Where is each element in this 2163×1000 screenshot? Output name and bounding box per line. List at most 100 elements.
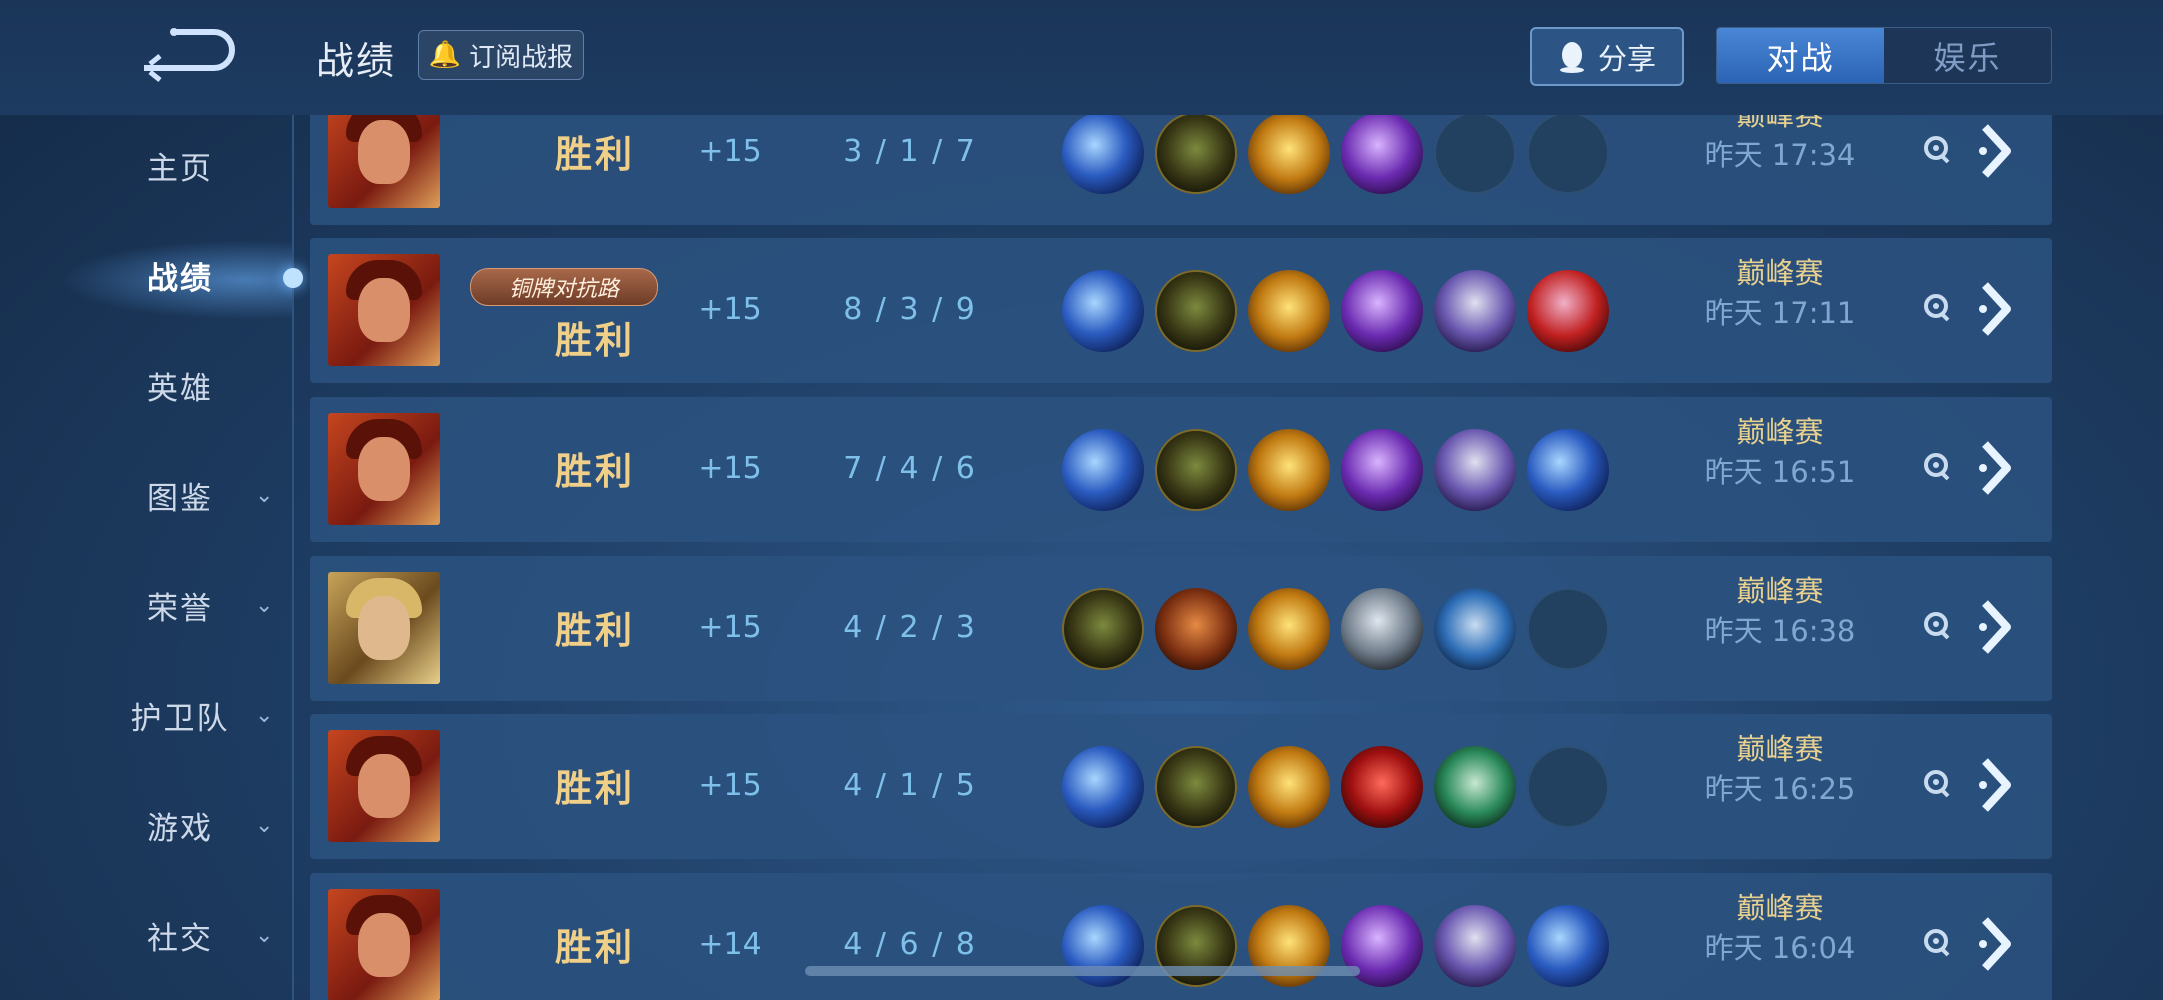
match-time: 昨天 16:04 xyxy=(1704,931,1856,965)
equipment-icon xyxy=(1527,270,1609,352)
chevron-down-icon: ⌄ xyxy=(255,922,274,948)
rank-points: +14 xyxy=(698,927,762,962)
kda: 3 / 1 / 7 xyxy=(843,134,977,169)
chevron-down-icon: ⌄ xyxy=(255,592,274,618)
top-bar: 战绩 🔔 订阅战报 分享 对战 娱乐 xyxy=(0,0,2163,115)
empty-item-slot xyxy=(1527,115,1609,194)
equipment-icon xyxy=(1434,588,1516,670)
equipment-icon xyxy=(1527,429,1609,511)
equipment-icon xyxy=(1434,429,1516,511)
equipment-icon xyxy=(1155,429,1237,511)
equipment-icon xyxy=(1062,588,1144,670)
sidebar-item-label: 游戏 xyxy=(147,810,213,847)
tab-entertainment[interactable]: 娱乐 xyxy=(1884,28,2051,83)
match-mode: 巅峰赛 xyxy=(1736,415,1824,449)
equipment-icon xyxy=(1248,270,1330,352)
rank-points: +15 xyxy=(698,768,762,803)
equipment-icon xyxy=(1248,115,1330,194)
rank-points: +15 xyxy=(698,610,762,645)
share-button[interactable]: 分享 xyxy=(1530,27,1684,86)
sidebar-item-game[interactable]: 游戏 ⌄ xyxy=(0,790,294,860)
mode-tabs: 对战 娱乐 xyxy=(1716,27,2052,84)
match-row[interactable]: 胜利 +15 7 / 4 / 6 巅峰赛 昨天 16:51 xyxy=(310,397,2052,542)
equipment-icon xyxy=(1434,905,1516,987)
scroll-indicator[interactable] xyxy=(805,966,1360,976)
kda: 7 / 4 / 6 xyxy=(843,451,977,486)
hero-avatar xyxy=(328,730,440,842)
sidebar-item-label: 护卫队 xyxy=(130,700,230,737)
match-result: 胜利 xyxy=(555,767,635,810)
subscribe-label: 订阅战报 xyxy=(469,42,574,73)
equipment-icon xyxy=(1434,270,1516,352)
bell-icon: 🔔 xyxy=(428,40,462,70)
chevron-right-icon[interactable] xyxy=(1970,911,2024,977)
back-arrow-icon xyxy=(144,28,235,82)
subscribe-button[interactable]: 🔔 订阅战报 xyxy=(418,30,584,80)
sidebar-item-handbook[interactable]: 图鉴 ⌄ xyxy=(0,460,294,530)
match-list[interactable]: 胜利 +15 3 / 1 / 7 巅峰赛 昨天 17:34 铜牌对抗路 胜利 +15 8 / 3… xyxy=(310,115,2055,1000)
chevron-right-icon[interactable] xyxy=(1970,276,2024,342)
equipment-icon xyxy=(1341,746,1423,828)
kda: 4 / 2 / 3 xyxy=(843,610,977,645)
replay-icon[interactable] xyxy=(1922,292,1952,329)
match-row[interactable]: 铜牌对抗路 胜利 +15 8 / 3 / 9 巅峰赛 昨天 17:11 xyxy=(310,238,2052,383)
rank-points: +15 xyxy=(698,292,762,327)
match-mode: 巅峰赛 xyxy=(1736,574,1824,608)
chevron-down-icon: ⌄ xyxy=(255,702,274,728)
qq-penguin-icon xyxy=(1559,41,1584,73)
hero-avatar xyxy=(328,254,440,366)
match-row[interactable]: 胜利 +15 3 / 1 / 7 巅峰赛 昨天 17:34 xyxy=(310,115,2052,225)
hero-avatar xyxy=(328,413,440,525)
chevron-right-icon[interactable] xyxy=(1970,118,2024,184)
equipment-icon xyxy=(1062,270,1144,352)
match-result: 胜利 xyxy=(555,319,635,362)
chevron-right-icon[interactable] xyxy=(1970,752,2024,818)
replay-icon[interactable] xyxy=(1922,451,1952,488)
sidebar-item-label: 图鉴 xyxy=(147,480,213,517)
match-result: 胜利 xyxy=(555,133,635,176)
equipment-icon xyxy=(1341,115,1423,194)
equipment-icon xyxy=(1341,429,1423,511)
kda: 4 / 6 / 8 xyxy=(843,927,977,962)
empty-item-slot xyxy=(1434,115,1516,194)
equipment-icon xyxy=(1341,588,1423,670)
chevron-right-icon[interactable] xyxy=(1970,594,2024,660)
sidebar-item-guard-team[interactable]: 护卫队 ⌄ xyxy=(0,680,294,750)
match-result: 胜利 xyxy=(555,450,635,493)
replay-icon[interactable] xyxy=(1922,610,1952,647)
sidebar-item-hero[interactable]: 英雄 xyxy=(0,350,294,420)
match-time: 昨天 16:25 xyxy=(1704,772,1856,806)
chevron-down-icon: ⌄ xyxy=(255,482,274,508)
match-row[interactable]: 胜利 +14 4 / 6 / 8 巅峰赛 昨天 16:04 xyxy=(310,873,2052,1000)
tab-battle[interactable]: 对战 xyxy=(1717,28,1884,83)
rank-badge: 铜牌对抗路 xyxy=(470,268,658,306)
equipment-icon xyxy=(1341,270,1423,352)
match-row[interactable]: 胜利 +15 4 / 2 / 3 巅峰赛 昨天 16:38 xyxy=(310,556,2052,701)
kda: 4 / 1 / 5 xyxy=(843,768,977,803)
replay-icon[interactable] xyxy=(1922,134,1952,171)
equipment-icon xyxy=(1155,746,1237,828)
equipment-icon xyxy=(1155,588,1237,670)
equipment-icon xyxy=(1248,588,1330,670)
sidebar-item-home[interactable]: 主页 xyxy=(0,130,294,200)
sidebar-item-record[interactable]: 战绩 xyxy=(0,240,294,310)
replay-icon[interactable] xyxy=(1922,927,1952,964)
sidebar-item-label: 主页 xyxy=(147,150,213,187)
equipment-icon xyxy=(1155,270,1237,352)
match-row[interactable]: 胜利 +15 4 / 1 / 5 巅峰赛昨天 16:25 xyxy=(310,714,2052,859)
match-time: 昨天 17:11 xyxy=(1704,296,1856,330)
hero-avatar xyxy=(328,115,440,208)
back-button[interactable] xyxy=(130,22,240,82)
equipment-icon xyxy=(1527,905,1609,987)
chevron-right-icon[interactable] xyxy=(1970,435,2024,501)
share-label: 分享 xyxy=(1597,41,1656,76)
match-mode: 巅峰赛 xyxy=(1736,256,1824,290)
match-result: 胜利 xyxy=(555,926,635,969)
equipment-icon xyxy=(1248,746,1330,828)
replay-icon[interactable] xyxy=(1922,768,1952,805)
match-mode: 巅峰赛 xyxy=(1736,732,1824,766)
equipment-icon xyxy=(1062,429,1144,511)
sidebar-item-social[interactable]: 社交 ⌄ xyxy=(0,900,294,970)
rank-badge-label: 铜牌对抗路 xyxy=(508,277,619,302)
sidebar-item-honor[interactable]: 荣誉 ⌄ xyxy=(0,570,294,640)
